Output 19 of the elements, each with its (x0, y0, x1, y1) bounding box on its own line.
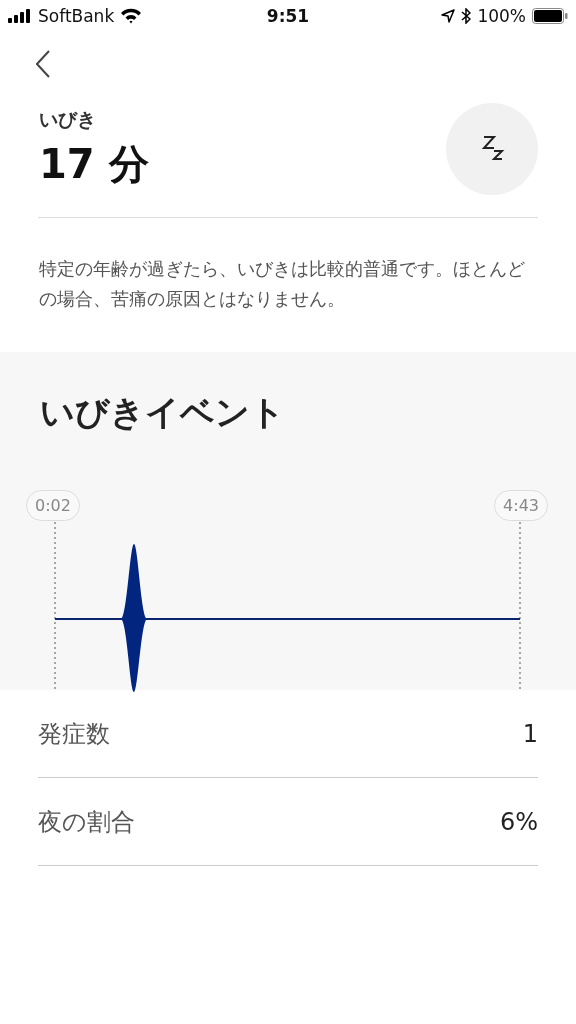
start-time: 0:02 (26, 490, 80, 521)
wifi-icon (120, 8, 143, 24)
snoring-label: いびき (39, 106, 97, 132)
snoring-duration: 17 分 (39, 139, 149, 189)
location-icon (441, 9, 456, 23)
battery-icon (532, 8, 568, 24)
description-text: 特定の年齢が過ぎたら、いびきは比較的普通です。ほとんどの場合、苦痛の原因とはなりません。 (39, 258, 526, 311)
end-time: 4:43 (494, 490, 548, 521)
sleep-zz-icon (446, 103, 538, 195)
signal-icon (8, 9, 32, 23)
bluetooth-icon (461, 8, 472, 24)
stat-label: 発症数 (38, 718, 110, 750)
stat-value: 1 (522, 719, 538, 748)
battery-percent: 100% (477, 6, 526, 26)
status-time: 9:51 (265, 6, 311, 26)
stat-label: 夜の割合 (38, 806, 135, 838)
stat-value: 6% (499, 807, 538, 836)
carrier-name: SoftBank (38, 6, 115, 26)
events-title: いびきイベント (39, 391, 286, 434)
